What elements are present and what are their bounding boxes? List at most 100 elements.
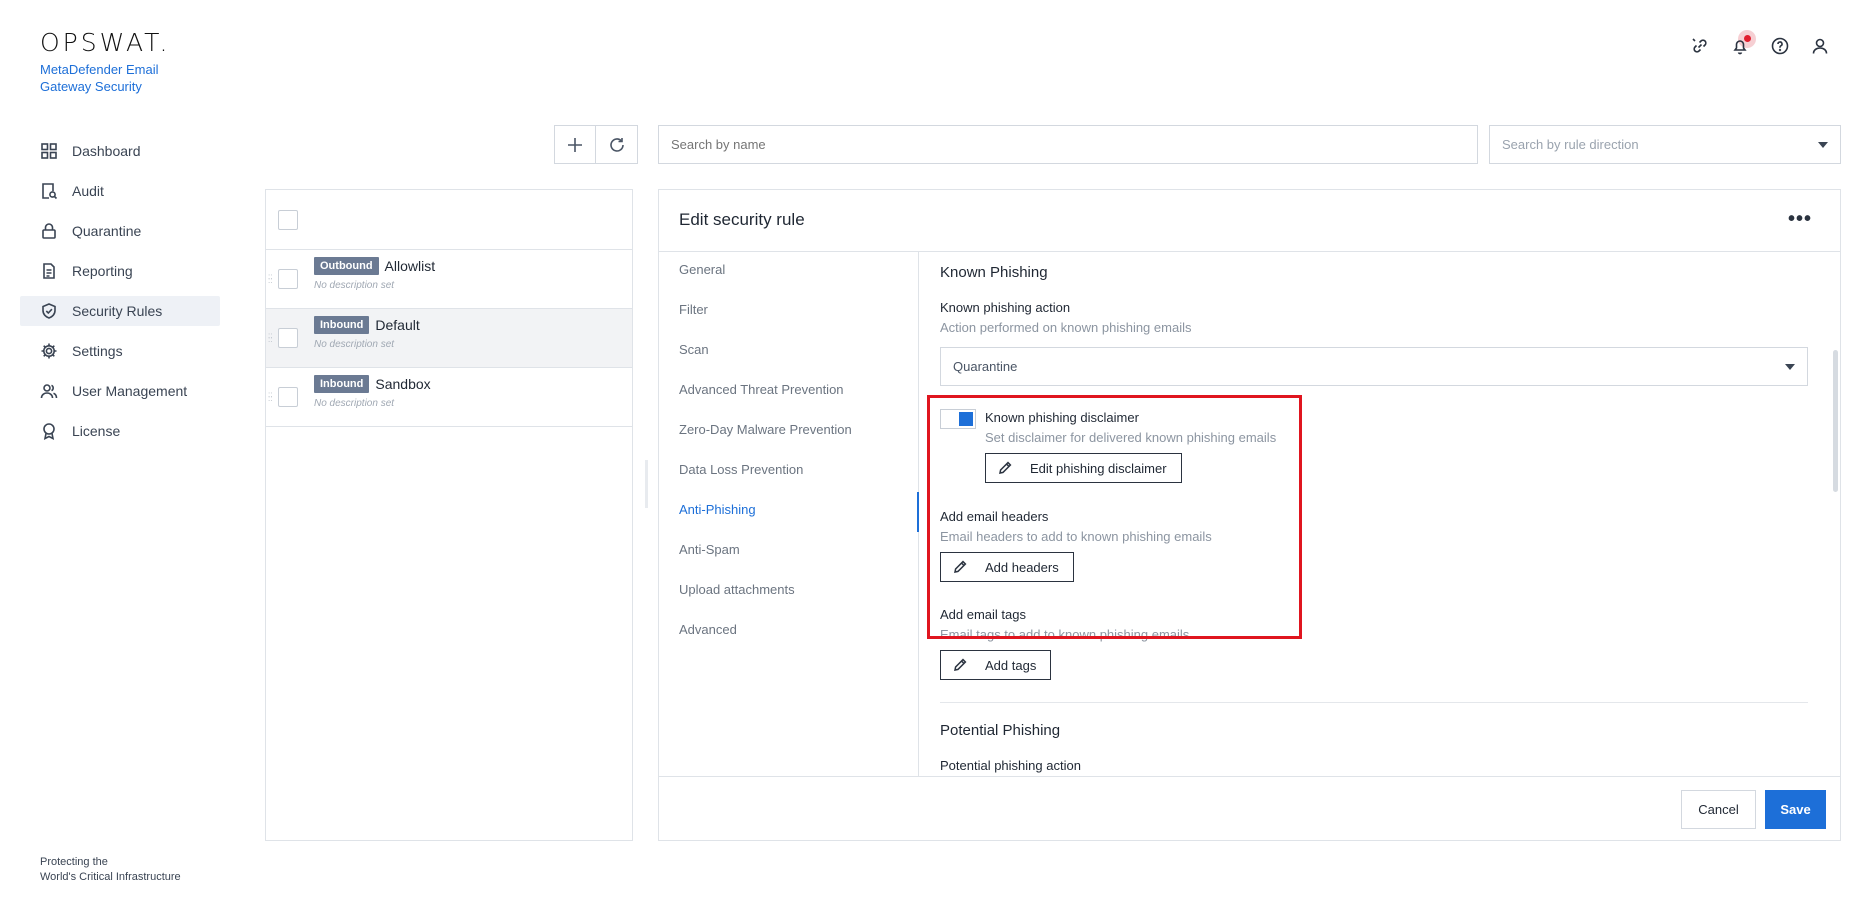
tab-general[interactable]: General [679, 262, 725, 277]
link-button[interactable] [1690, 36, 1712, 58]
search-direction-placeholder: Search by rule direction [1502, 137, 1639, 152]
add-tags-button[interactable]: Add tags [940, 650, 1052, 680]
drag-handle-icon[interactable]: :::: [268, 273, 274, 285]
audit-icon [42, 183, 58, 200]
help-icon [1771, 37, 1789, 55]
footer-line-1: Protecting the [40, 856, 108, 868]
product-name: MetaDefender Email Gateway Security [40, 62, 159, 94]
known-phishing-action-label: Known phishing action [940, 300, 1071, 315]
sidebar-item-label: License [72, 423, 121, 439]
select-all-checkbox[interactable] [278, 209, 298, 230]
section-divider [940, 702, 1808, 703]
dashboard-icon [41, 143, 57, 159]
chevron-down-icon [1818, 141, 1828, 148]
add-email-headers-label: Add email headers [940, 509, 1049, 524]
tab-scan[interactable]: Scan [679, 342, 709, 357]
known-phishing-disclaimer-toggle[interactable] [940, 409, 976, 429]
tab-filter[interactable]: Filter [679, 302, 708, 317]
known-phishing-title: Known Phishing [940, 264, 1048, 281]
tab-zero-day-malware-prevention[interactable]: Zero-Day Malware Prevention [679, 422, 852, 437]
potential-phishing-title: Potential Phishing [940, 722, 1061, 739]
add-headers-button[interactable]: Add headers [940, 552, 1074, 582]
sidebar-item-user-management[interactable]: User Management [20, 376, 220, 406]
add-email-headers-help: Email headers to add to known phishing e… [940, 529, 1212, 544]
edit-phishing-disclaimer-button[interactable]: Edit phishing disclaimer [985, 453, 1182, 483]
user-menu-button[interactable] [1810, 36, 1832, 58]
gear-icon [41, 343, 57, 359]
button-label: Add headers [985, 559, 1059, 575]
anti-phishing-content: Known Phishing Known phishing action Act… [920, 252, 1820, 776]
panel-resize-handle[interactable] [645, 460, 648, 508]
user-icon [1812, 38, 1828, 54]
sidebar-item-audit[interactable]: Audit [20, 176, 220, 206]
rule-name: Default [375, 317, 420, 333]
rule-description: No description set [314, 339, 395, 350]
sidebar-item-dashboard[interactable]: Dashboard [20, 136, 220, 166]
sidebar-item-label: Dashboard [72, 143, 141, 159]
sidebar-nav: Dashboard Audit Quarantine Reporting Sec… [20, 136, 220, 456]
tab-advanced-threat-prevention[interactable]: Advanced Threat Prevention [679, 382, 844, 397]
potential-phishing-action-label: Potential phishing action [940, 758, 1081, 773]
drag-handle-icon[interactable]: :::: [268, 391, 274, 403]
drag-handle-icon[interactable]: :::: [268, 332, 274, 344]
tab-anti-phishing[interactable]: Anti-Phishing [679, 502, 756, 517]
rule-section-tabs: General Filter Scan Advanced Threat Prev… [659, 252, 919, 776]
add-rule-button[interactable] [554, 125, 596, 164]
sidebar-item-label: Reporting [72, 263, 133, 279]
search-by-name-input[interactable] [658, 125, 1478, 164]
tab-anti-spam[interactable]: Anti-Spam [679, 542, 740, 557]
scrollbar-thumb[interactable] [1833, 350, 1838, 492]
direction-badge: Inbound [314, 316, 370, 334]
known-phishing-action-help: Action performed on known phishing email… [940, 320, 1192, 335]
content-scrollbar[interactable] [1831, 252, 1839, 776]
users-icon [40, 384, 58, 399]
sidebar-item-license[interactable]: License [20, 416, 220, 446]
badge-icon [43, 423, 55, 440]
known-phishing-action-select[interactable]: Quarantine [940, 347, 1808, 386]
opswat-logo: OPSWAT. [40, 28, 171, 57]
tab-advanced[interactable]: Advanced [679, 622, 737, 637]
tab-upload-attachments[interactable]: Upload attachments [679, 582, 795, 597]
rule-row-sandbox[interactable]: :::: Inbound Sandbox No description set [266, 368, 632, 427]
rule-row-allowlist[interactable]: :::: Outbound Allowlist No description s… [266, 250, 632, 309]
sidebar-item-security-rules[interactable]: Security Rules [20, 296, 220, 326]
app-root: OPSWAT. MetaDefender Email Gateway Secur… [0, 0, 1866, 916]
save-button[interactable]: Save [1765, 790, 1826, 829]
rule-name: Allowlist [384, 258, 436, 274]
rule-checkbox[interactable] [278, 269, 298, 289]
divider [659, 776, 1840, 777]
rules-list-header [266, 190, 632, 250]
add-email-tags-label: Add email tags [940, 607, 1026, 622]
footer-line-2: World's Critical Infrastructure [40, 871, 181, 883]
more-options-button[interactable]: ••• [1788, 208, 1812, 231]
direction-badge: Outbound [314, 257, 379, 275]
button-label: Add tags [985, 657, 1037, 673]
toggle-knob [959, 412, 973, 426]
sidebar-item-label: Settings [72, 343, 123, 359]
link-icon [1692, 38, 1707, 53]
notifications-button[interactable] [1730, 30, 1756, 58]
sidebar-item-settings[interactable]: Settings [20, 336, 220, 366]
disclaimer-help: Set disclaimer for delivered known phish… [985, 430, 1277, 445]
sidebar-item-reporting[interactable]: Reporting [20, 256, 220, 286]
rule-description: No description set [314, 280, 395, 291]
sidebar-item-quarantine[interactable]: Quarantine [20, 216, 220, 246]
document-icon [43, 263, 55, 279]
pencil-icon [999, 461, 1012, 474]
shield-check-icon [42, 303, 56, 319]
cancel-button[interactable]: Cancel [1681, 790, 1756, 829]
pencil-icon [954, 658, 967, 671]
rule-info: Outbound Allowlist No description set [314, 257, 435, 291]
rule-checkbox[interactable] [278, 328, 298, 348]
button-label: Edit phishing disclaimer [1030, 460, 1167, 476]
rule-checkbox[interactable] [278, 387, 298, 407]
add-email-tags-help: Email tags to add to known phishing emai… [940, 627, 1190, 642]
refresh-button[interactable] [596, 125, 638, 164]
tab-data-loss-prevention[interactable]: Data Loss Prevention [679, 462, 803, 477]
brand-logo: OPSWAT. MetaDefender Email Gateway Secur… [40, 28, 190, 95]
sidebar-item-label: Quarantine [72, 223, 142, 239]
search-by-direction-select[interactable]: Search by rule direction [1489, 125, 1841, 164]
panel-title: Edit security rule [679, 210, 805, 229]
help-button[interactable] [1770, 36, 1792, 58]
rule-row-default[interactable]: :::: Inbound Default No description set [266, 309, 632, 368]
